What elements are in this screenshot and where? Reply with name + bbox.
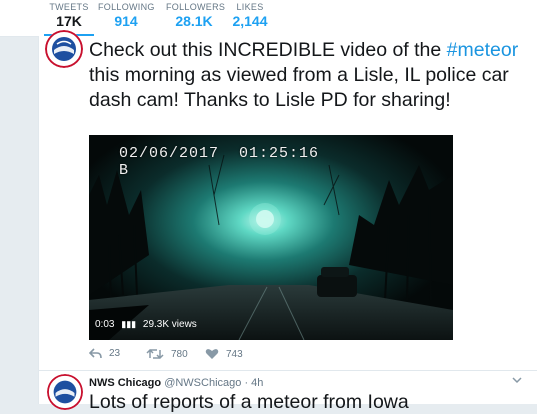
tweet-text-end: this morning as viewed from a Lisle, IL … [89, 64, 509, 111]
stat-following-value: 914 [114, 13, 138, 29]
video-player[interactable]: 02/06/2017 01:25:16 B 0:03 ▮▮▮ 29.3K vie… [89, 135, 453, 340]
reply-icon [89, 348, 102, 359]
tweet-text-start: Check out this INCREDIBLE video of the [89, 39, 447, 61]
stat-followers-value: 28.1K [175, 13, 213, 29]
tweet-text: Check out this INCREDIBLE video of the #… [89, 38, 529, 113]
hashtag-link[interactable]: #meteor [447, 39, 519, 61]
tweet-actions: 23 780 743 [89, 348, 389, 364]
dashcam-date: 02/06/2017 [119, 145, 220, 162]
tweet[interactable]: Check out this INCREDIBLE video of the #… [39, 30, 537, 371]
stat-tweets-label: TWEETS [49, 2, 89, 12]
like-count: 743 [226, 348, 243, 360]
timeline: Check out this INCREDIBLE video of the #… [38, 30, 537, 413]
retweet-icon [146, 348, 164, 360]
video-meta: 0:03 ▮▮▮ 29.3K views [95, 319, 201, 330]
reply-button[interactable]: 23 [89, 348, 120, 359]
profile-stats-bar: TWEETS 17K FOLLOWING 914 FOLLOWERS 28.1K… [0, 0, 537, 37]
retweet-count: 780 [171, 348, 188, 360]
stat-likes-value: 2,144 [232, 13, 268, 29]
dashcam-timestamp: 02/06/2017 01:25:16 B [119, 145, 319, 179]
retweet-button[interactable]: 780 [146, 348, 188, 360]
nws-logo-icon[interactable] [45, 30, 83, 68]
dashcam-time: 01:25:16 [239, 145, 320, 162]
like-icon [205, 349, 219, 359]
stat-likes[interactable]: LIKES 2,144 [228, 2, 272, 29]
chevron-down-icon[interactable] [512, 377, 522, 384]
like-button[interactable]: 743 [205, 348, 243, 360]
play-bars-icon: ▮▮▮ [121, 319, 137, 329]
nws-logo-icon[interactable] [47, 374, 83, 410]
reply-count: 23 [109, 348, 121, 359]
stat-followers[interactable]: FOLLOWERS 28.1K [166, 2, 226, 29]
stat-following[interactable]: FOLLOWING 914 [98, 2, 154, 29]
tweet-time[interactable]: · 4h [244, 377, 263, 389]
author-handle[interactable]: @NWSChicago [164, 377, 241, 389]
tweet-author[interactable]: NWS Chicago @NWSChicago · 4h [89, 377, 263, 389]
stat-likes-label: LIKES [236, 2, 264, 12]
tweet-text: Lots of reports of a meteor from Iowa [89, 391, 409, 413]
author-name[interactable]: NWS Chicago [89, 377, 161, 389]
dashcam-camera-label: B [119, 162, 130, 179]
stat-tweets[interactable]: TWEETS 17K [44, 2, 94, 37]
video-duration: 0:03 [95, 319, 115, 330]
video-views: 29.3K views [142, 319, 197, 330]
stat-followers-label: FOLLOWERS [166, 2, 226, 12]
tweet[interactable]: NWS Chicago @NWSChicago · 4h Lots of rep… [39, 371, 537, 413]
stat-tweets-value: 17K [56, 13, 82, 29]
stat-following-label: FOLLOWING [98, 2, 155, 12]
